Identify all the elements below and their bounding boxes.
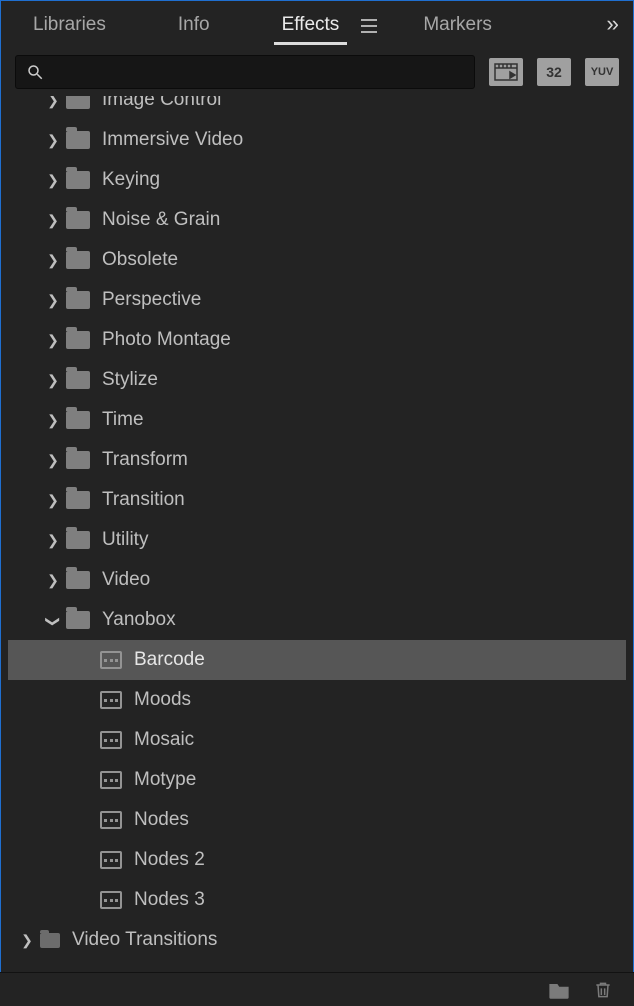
effects-toolbar: 32 YUV	[1, 47, 633, 95]
folder-label: Photo Montage	[102, 329, 231, 351]
effect-barcode[interactable]: Barcode	[8, 640, 626, 680]
folder-transform[interactable]: ❯ Transform	[8, 440, 626, 480]
yuv-effects-filter[interactable]: YUV	[585, 58, 619, 86]
folder-label: Transform	[102, 449, 188, 471]
effect-label: Barcode	[134, 649, 205, 671]
folder-icon	[66, 411, 90, 429]
panel-menu-icon[interactable]	[361, 19, 377, 33]
effect-label: Nodes 3	[134, 889, 205, 911]
folder-obsolete[interactable]: ❯ Obsolete	[8, 240, 626, 280]
timeline-icon	[494, 63, 518, 81]
new-bin-icon[interactable]	[548, 980, 570, 1000]
folder-label: Transition	[102, 489, 185, 511]
effect-icon	[100, 851, 122, 869]
folder-label: Stylize	[102, 369, 158, 391]
effect-label: Nodes 2	[134, 849, 205, 871]
chevron-right-icon: ❯	[40, 252, 66, 269]
folder-icon	[66, 131, 90, 149]
folder-video[interactable]: ❯ Video	[8, 560, 626, 600]
effect-nodes-2[interactable]: Nodes 2	[8, 840, 626, 880]
folder-icon	[40, 933, 60, 948]
effect-label: Nodes	[134, 809, 189, 831]
folder-icon	[66, 451, 90, 469]
chevron-right-icon: ❯	[40, 452, 66, 469]
folder-icon	[66, 251, 90, 269]
tab-info[interactable]: Info	[160, 4, 228, 44]
effect-label: Mosaic	[134, 729, 194, 751]
effect-moods[interactable]: Moods	[8, 680, 626, 720]
chevron-right-icon: ❯	[40, 212, 66, 229]
effect-icon	[100, 691, 122, 709]
folder-perspective[interactable]: ❯ Perspective	[8, 280, 626, 320]
effect-icon	[100, 731, 122, 749]
folder-transition[interactable]: ❯ Transition	[8, 480, 626, 520]
folder-label: Video Transitions	[72, 929, 217, 951]
accelerated-effects-filter[interactable]	[489, 58, 523, 86]
chevron-right-icon: ❯	[40, 572, 66, 589]
chevron-right-icon: ❯	[40, 332, 66, 349]
search-icon	[26, 63, 44, 81]
folder-label: Noise & Grain	[102, 209, 220, 231]
tab-effects[interactable]: Effects	[264, 4, 358, 44]
chevron-right-icon: ❯	[40, 132, 66, 149]
folder-video-transitions[interactable]: ❯ Video Transitions	[8, 920, 626, 960]
folder-icon	[66, 96, 90, 109]
chevron-right-icon: ❯	[40, 532, 66, 549]
effect-icon	[100, 811, 122, 829]
folder-label: Perspective	[102, 289, 201, 311]
folder-icon	[66, 371, 90, 389]
effect-label: Moods	[134, 689, 191, 711]
search-input[interactable]	[15, 55, 475, 89]
folder-icon	[66, 291, 90, 309]
effect-nodes[interactable]: Nodes	[8, 800, 626, 840]
folder-label: Immersive Video	[102, 129, 243, 151]
chevron-right-icon: ❯	[40, 492, 66, 509]
chevron-down-icon: ❯	[45, 608, 62, 634]
folder-label: Keying	[102, 169, 160, 191]
folder-label: Obsolete	[102, 249, 178, 271]
folder-noise-grain[interactable]: ❯ Noise & Grain	[8, 200, 626, 240]
chevron-right-icon: ❯	[40, 96, 66, 109]
folder-icon	[66, 571, 90, 589]
effect-icon	[100, 771, 122, 789]
trash-icon[interactable]	[592, 980, 614, 1000]
chevron-right-icon: ❯	[40, 292, 66, 309]
effect-motype[interactable]: Motype	[8, 760, 626, 800]
chevron-right-icon: ❯	[40, 172, 66, 189]
32bit-effects-filter[interactable]: 32	[537, 58, 571, 86]
folder-immersive-video[interactable]: ❯ Immersive Video	[8, 120, 626, 160]
folder-utility[interactable]: ❯ Utility	[8, 520, 626, 560]
folder-icon	[66, 331, 90, 349]
effect-mosaic[interactable]: Mosaic	[8, 720, 626, 760]
expand-panels-icon[interactable]: ››	[604, 11, 619, 37]
folder-label: Video	[102, 569, 150, 591]
folder-icon	[66, 491, 90, 509]
folder-yanobox[interactable]: ❯ Yanobox	[8, 600, 626, 640]
folder-label: Time	[102, 409, 144, 431]
folder-icon	[66, 531, 90, 549]
effect-nodes-3[interactable]: Nodes 3	[8, 880, 626, 920]
effect-label: Motype	[134, 769, 196, 791]
folder-icon	[66, 611, 90, 629]
chevron-right-icon: ❯	[14, 932, 40, 949]
tab-markers[interactable]: Markers	[405, 4, 510, 44]
folder-time[interactable]: ❯ Time	[8, 400, 626, 440]
tab-libraries[interactable]: Libraries	[15, 4, 124, 44]
folder-image-control[interactable]: ❯ Image Control	[8, 96, 626, 120]
folder-keying[interactable]: ❯ Keying	[8, 160, 626, 200]
effect-icon	[100, 651, 122, 669]
folder-label: Yanobox	[102, 609, 176, 631]
folder-icon	[66, 171, 90, 189]
panel-footer	[0, 972, 634, 1006]
folder-icon	[66, 211, 90, 229]
folder-stylize[interactable]: ❯ Stylize	[8, 360, 626, 400]
folder-label: Utility	[102, 529, 148, 551]
effect-icon	[100, 891, 122, 909]
tab-bar: Libraries Info Effects Markers ››	[1, 1, 633, 47]
chevron-right-icon: ❯	[40, 412, 66, 429]
folder-photo-montage[interactable]: ❯ Photo Montage	[8, 320, 626, 360]
folder-label: Image Control	[102, 96, 221, 111]
effects-tree[interactable]: ❯ Image Control ❯ Immersive Video ❯ Keyi…	[8, 96, 626, 972]
chevron-right-icon: ❯	[40, 372, 66, 389]
